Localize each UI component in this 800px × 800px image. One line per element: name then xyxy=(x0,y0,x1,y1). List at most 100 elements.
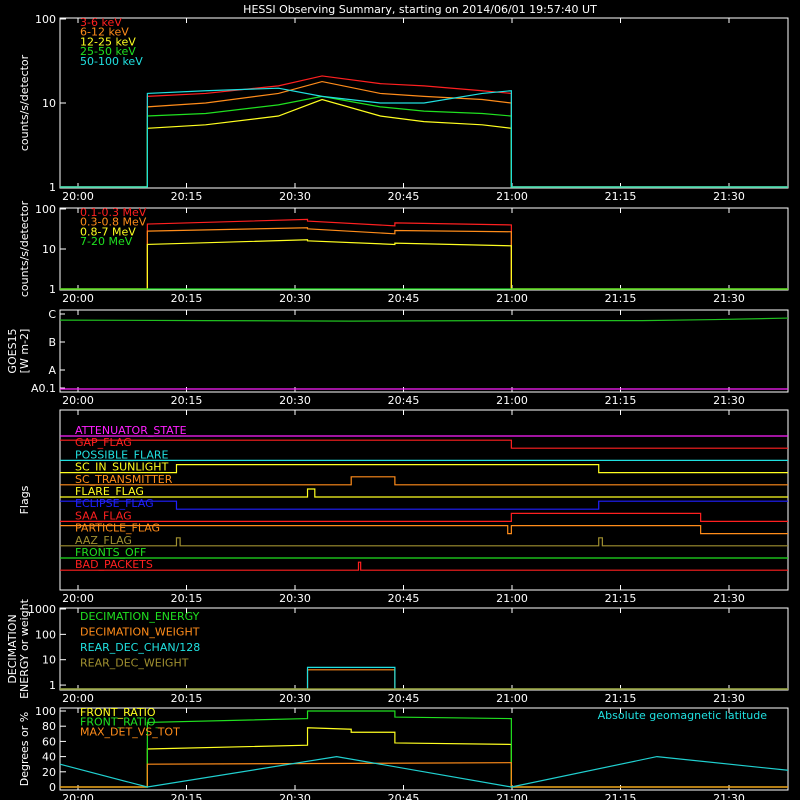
series-line xyxy=(60,80,788,188)
time-tick-label: 21:30 xyxy=(713,592,745,605)
legend-entry: SC_IN_SUNLIGHT xyxy=(75,461,169,474)
series-line xyxy=(60,95,788,188)
time-tick-label: 20:15 xyxy=(171,592,203,605)
series-line xyxy=(60,218,788,290)
series-line xyxy=(60,500,788,510)
time-tick-label: 20:00 xyxy=(62,692,94,705)
y-tick-label: A xyxy=(48,364,56,377)
legend-entry: DECIMATION_ENERGY xyxy=(80,610,200,623)
panel-frame xyxy=(59,207,789,291)
series-line xyxy=(60,669,788,690)
hessi-summary-chart: HESSI Observing Summary, starting on 201… xyxy=(6,3,789,800)
y-axis-label: counts/s/detector xyxy=(18,54,31,151)
legend-entry: MAX_DET_VS_TOT xyxy=(80,725,180,738)
time-tick-label: 20:00 xyxy=(62,190,94,203)
time-tick-label: 21:00 xyxy=(496,394,528,407)
panel-decimation: 20:00 20:15 20:30 20:45 21:00 21:15 21:30 1 10 10… xyxy=(6,598,789,705)
legend-entry: SC_TRANSMITTER xyxy=(75,473,173,486)
y-axis-label: Degrees or % xyxy=(18,712,31,786)
y-tick-label: 40 xyxy=(42,751,56,764)
legend-entry: POSSIBLE_FLARE xyxy=(75,448,169,461)
y-tick-label: 10 xyxy=(42,243,56,256)
y-tick-label: 80 xyxy=(42,720,56,733)
y-tick-label: B xyxy=(48,336,56,349)
time-tick-label: 21:30 xyxy=(713,292,745,305)
series-line xyxy=(60,561,788,571)
y-axis-label: Flags xyxy=(18,485,31,514)
time-tick-label: 20:45 xyxy=(388,394,420,407)
time-tick-label: 21:15 xyxy=(605,292,637,305)
time-tick-label: 20:00 xyxy=(62,292,94,305)
time-tick-label: 21:00 xyxy=(496,692,528,705)
series-line xyxy=(60,512,788,523)
time-tick-label: 20:45 xyxy=(388,792,420,800)
panel-frame xyxy=(59,309,789,393)
time-tick-label: 20:15 xyxy=(171,394,203,407)
time-tick-label: 20:45 xyxy=(388,692,420,705)
panel-counts-xray: 20:00 20:15 20:30 20:45 21:00 21:15 21:30 1 10 10… xyxy=(18,13,789,203)
series-line xyxy=(60,87,788,188)
time-tick-label: 20:00 xyxy=(62,592,94,605)
legend-entry: SAA_FLAG xyxy=(75,509,132,522)
y-tick-label: 1 xyxy=(49,181,56,194)
legend-entry: 7-20 MeV xyxy=(80,235,133,248)
time-tick-label: 20:15 xyxy=(171,292,203,305)
y-tick-label: 100 xyxy=(35,203,56,216)
legend-entry: FRONTS_OFF xyxy=(75,546,146,559)
time-tick-label: 20:30 xyxy=(279,792,311,800)
time-tick-label: 20:45 xyxy=(388,592,420,605)
legend-entry: GAP_FLAG xyxy=(75,436,132,449)
time-tick-label: 21:15 xyxy=(605,394,637,407)
time-tick-label: 20:45 xyxy=(388,190,420,203)
time-tick-label: 21:15 xyxy=(605,792,637,800)
series-line xyxy=(59,755,789,788)
time-tick-label: 21:00 xyxy=(496,792,528,800)
y-tick-label: 100 xyxy=(35,705,56,718)
time-tick-label: 20:45 xyxy=(388,292,420,305)
time-tick-label: 20:30 xyxy=(279,692,311,705)
time-tick-label: 20:00 xyxy=(62,394,94,407)
time-tick-label: 21:30 xyxy=(713,394,745,407)
y-tick-label: A0.1 xyxy=(31,382,56,395)
y-tick-label: 100 xyxy=(35,13,56,26)
chart-title: HESSI Observing Summary, starting on 201… xyxy=(243,3,597,16)
time-tick-label: 21:00 xyxy=(496,190,528,203)
panel-flags: 20:00 20:15 20:30 20:45 21:00 21:15 21:30 Flags… xyxy=(18,409,789,605)
y-tick-label: 1000 xyxy=(28,603,56,616)
y-tick-label: 20 xyxy=(42,766,56,779)
annotation: Absolute geomagnetic latitude xyxy=(598,709,768,722)
y-tick-label: 10 xyxy=(42,654,56,667)
legend-entry: REAR_DEC_WEIGHT xyxy=(80,657,189,670)
series-line xyxy=(60,98,788,188)
time-tick-label: 20:30 xyxy=(279,292,311,305)
legend-entry: ECLIPSE_FLAG xyxy=(75,497,154,510)
legend-entry: BAD_PACKETS xyxy=(75,558,153,571)
legend-entry: REAR_DEC_CHAN/128 xyxy=(80,641,200,654)
y-tick-label: 0 xyxy=(49,781,56,794)
panel-goes: 20:00 20:15 20:30 20:45 21:00 21:15 21:30 A0.1 A… xyxy=(6,308,789,407)
series-line xyxy=(60,227,788,290)
series-line xyxy=(60,524,788,535)
series-line xyxy=(60,239,788,290)
legend-entry: ATTENUATOR_STATE xyxy=(75,424,187,437)
y-tick-label: 60 xyxy=(42,735,56,748)
time-tick-label: 20:30 xyxy=(279,190,311,203)
panel-counts-gamma: 20:00 20:15 20:30 20:45 21:00 21:15 21:30 1 10 10… xyxy=(18,200,789,305)
time-tick-label: 20:15 xyxy=(171,692,203,705)
time-tick-label: 20:30 xyxy=(279,592,311,605)
time-tick-label: 21:30 xyxy=(713,692,745,705)
legend-entry: DECIMATION_WEIGHT xyxy=(80,626,200,639)
y-axis-label: counts/s/detector xyxy=(18,200,31,297)
panel-ratios: 20:00 20:15 20:30 20:45 21:00 21:15 21:30 0 20 40… xyxy=(18,705,789,800)
series-line xyxy=(60,464,788,474)
time-tick-label: 20:15 xyxy=(171,190,203,203)
legend-entry: AAZ_FLAG xyxy=(75,534,132,547)
time-tick-label: 20:15 xyxy=(171,792,203,800)
series-line xyxy=(60,537,788,547)
legend-entry: PARTICLE_FLAG xyxy=(75,522,160,535)
time-tick-label: 21:00 xyxy=(496,592,528,605)
series-line xyxy=(59,317,789,322)
y-tick-label: C xyxy=(48,308,56,321)
time-tick-label: 21:15 xyxy=(605,190,637,203)
y-tick-label: 100 xyxy=(35,628,56,641)
